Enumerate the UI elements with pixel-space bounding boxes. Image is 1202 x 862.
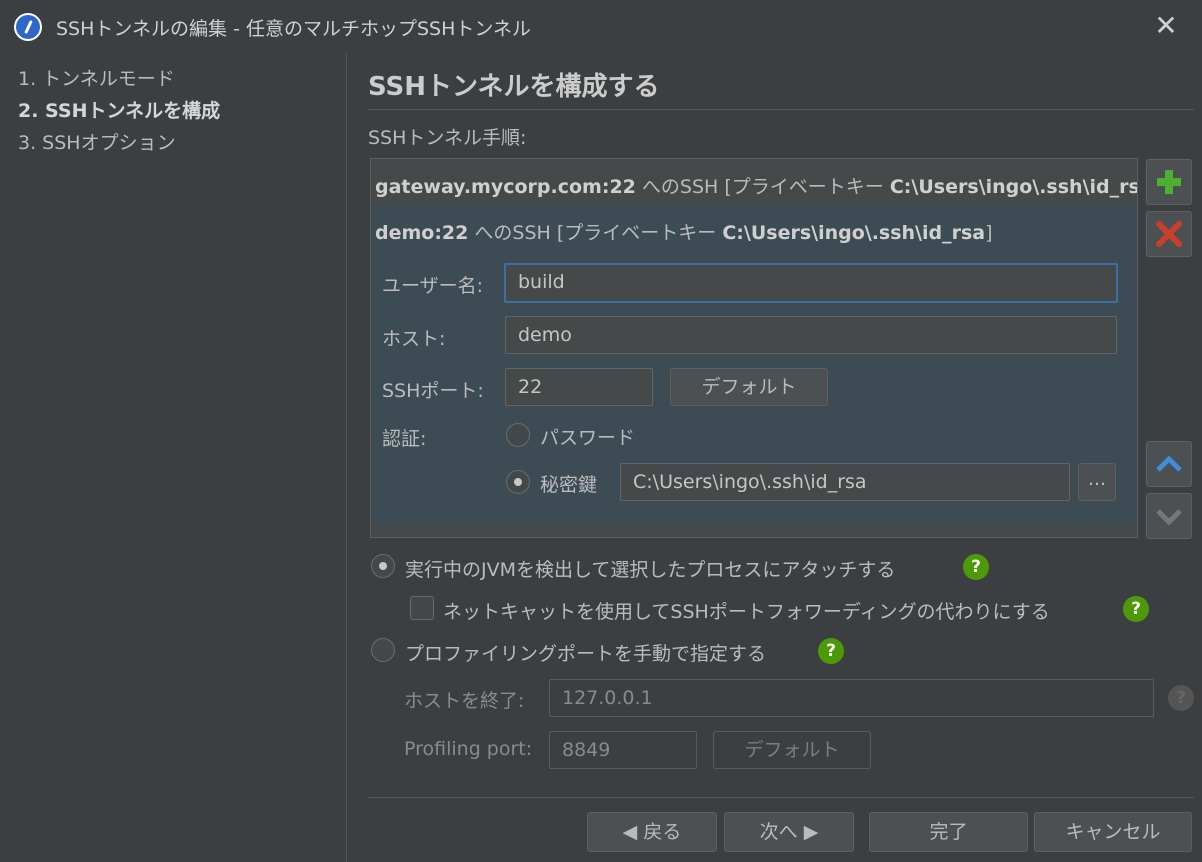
hop-row-gateway[interactable]: gateway.mycorp.com:22 へのSSH [プライベートキー C:… bbox=[371, 159, 1137, 205]
step-ssh-options[interactable]: 3. SSHオプション bbox=[18, 128, 176, 155]
plus-icon bbox=[1157, 170, 1181, 194]
window-title: SSHトンネルの編集 - 任意のマルチホップSSHトンネル bbox=[56, 18, 531, 40]
back-button[interactable]: ◀ 戻る bbox=[587, 812, 717, 852]
footer-divider bbox=[368, 797, 1194, 798]
title-divider bbox=[368, 109, 1194, 110]
ssh-port-default-button[interactable]: デフォルト bbox=[670, 368, 828, 406]
tunnel-steps-label: SSHトンネル手順: bbox=[368, 127, 527, 149]
chevron-up-icon bbox=[1156, 455, 1182, 472]
hop2-key: C:\Users\ingo\.ssh\id_rsa bbox=[722, 222, 986, 244]
profiling-port-default-button[interactable]: デフォルト bbox=[713, 731, 871, 769]
netcat-help-icon[interactable]: ? bbox=[1123, 596, 1149, 622]
attach-jvm-help-icon[interactable]: ? bbox=[963, 554, 989, 580]
password-option-label[interactable]: パスワード bbox=[540, 423, 635, 450]
page-title: SSHトンネルを構成する bbox=[368, 72, 660, 102]
finish-button[interactable]: 完了 bbox=[869, 812, 1028, 852]
private-key-radio[interactable] bbox=[506, 470, 530, 494]
hop1-desc: へのSSH [プライベートキー bbox=[635, 176, 890, 198]
x-icon bbox=[1156, 221, 1182, 247]
use-netcat-label[interactable]: ネットキャットを使用してSSHポートフォワーディングの代わりにする bbox=[443, 597, 1050, 624]
remove-hop-button[interactable] bbox=[1146, 211, 1192, 257]
use-netcat-checkbox[interactable] bbox=[410, 596, 434, 620]
target-host-input[interactable]: 127.0.0.1 bbox=[549, 679, 1154, 717]
manual-port-help-icon[interactable]: ? bbox=[818, 638, 844, 664]
manual-port-radio[interactable] bbox=[371, 638, 395, 662]
move-down-button[interactable] bbox=[1146, 493, 1192, 539]
target-host-help-icon: ? bbox=[1168, 685, 1194, 711]
hop1-key: C:\Users\ingo\.ssh\id_rs... bbox=[889, 176, 1138, 198]
ssh-port-input[interactable]: 22 bbox=[505, 368, 653, 406]
target-host-label: ホストを終了: bbox=[404, 690, 525, 712]
app-icon bbox=[14, 13, 42, 41]
attach-jvm-radio[interactable] bbox=[371, 554, 395, 578]
cancel-button[interactable]: キャンセル bbox=[1034, 812, 1192, 852]
attach-jvm-label[interactable]: 実行中のJVMを検出して選択したプロセスにアタッチする bbox=[405, 555, 895, 582]
add-hop-button[interactable] bbox=[1146, 159, 1192, 205]
profiling-port-label: Profiling port: bbox=[404, 738, 533, 760]
username-label: ユーザー名: bbox=[382, 275, 484, 297]
chevron-down-icon bbox=[1156, 509, 1182, 526]
hop2-end: ] bbox=[985, 222, 993, 244]
step-configure-ssh-tunnel[interactable]: 2. SSHトンネルを構成 bbox=[18, 96, 220, 123]
ssh-port-label: SSHポート: bbox=[382, 380, 484, 402]
step-tunnel-mode[interactable]: 1. トンネルモード bbox=[18, 64, 175, 91]
hop2-desc: へのSSH [プライベートキー bbox=[468, 222, 723, 244]
next-button[interactable]: 次へ ▶ bbox=[724, 812, 854, 852]
move-up-button[interactable] bbox=[1146, 441, 1192, 487]
manual-port-label[interactable]: プロファイリングポートを手動で指定する bbox=[405, 639, 766, 666]
host-label: ホスト: bbox=[382, 328, 446, 350]
private-key-option-label[interactable]: 秘密鍵 bbox=[540, 470, 597, 497]
private-key-path-input[interactable]: C:\Users\ingo\.ssh\id_rsa bbox=[620, 463, 1070, 501]
profiling-port-input[interactable]: 8849 bbox=[549, 731, 697, 769]
username-input[interactable]: build bbox=[504, 263, 1118, 303]
password-radio[interactable] bbox=[506, 423, 530, 447]
hop2-host: demo:22 bbox=[375, 222, 469, 244]
wizard-sidebar: 1. トンネルモード 2. SSHトンネルを構成 3. SSHオプション bbox=[0, 54, 347, 862]
auth-label: 認証: bbox=[382, 428, 427, 450]
hop1-host: gateway.mycorp.com:22 bbox=[375, 176, 636, 198]
close-icon[interactable]: ✕ bbox=[1150, 10, 1182, 42]
browse-button[interactable]: ... bbox=[1078, 463, 1116, 501]
title-bar: SSHトンネルの編集 - 任意のマルチホップSSHトンネル ✕ bbox=[0, 0, 1202, 54]
host-input[interactable]: demo bbox=[505, 316, 1117, 354]
